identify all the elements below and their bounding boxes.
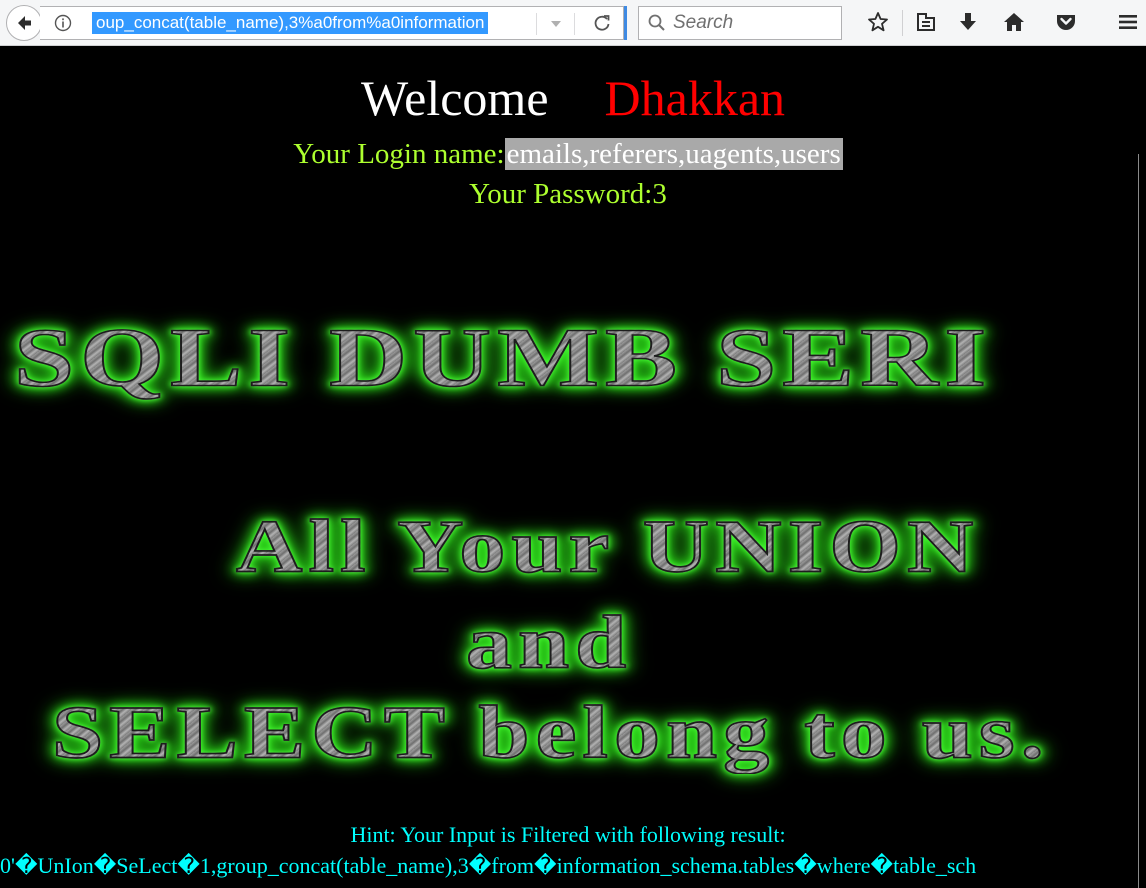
home-button[interactable] [1002,10,1026,34]
url-divider [574,13,575,35]
reading-list-icon [917,13,935,31]
hint-filtered-result: 0'�UnIon�SeLect�1,group_concat(table_nam… [0,853,977,878]
page-content: Welcome Dhakkan Your Login name:emails,re… [0,46,1146,888]
welcome-name: Dhakkan [604,70,786,126]
pocket-icon [1057,15,1075,30]
download-button[interactable] [956,10,980,34]
select-banner-line: SELECT belong to us. [51,690,1050,774]
scrollbar-edge [1138,154,1139,888]
password-label: Your Password: [469,178,653,210]
search-icon [648,14,665,31]
browser-toolbar: oup_concat(table_name),3%a0from%a0inform… [0,0,1146,46]
login-name-line: Your Login name:emails,referers,uagents,… [0,136,1136,172]
pocket-button[interactable] [1054,10,1078,34]
reading-list-button[interactable] [914,10,938,34]
back-button[interactable] [6,5,42,41]
info-icon[interactable] [54,14,72,32]
url-text[interactable]: oup_concat(table_name),3%a0from%a0inform… [92,12,489,34]
menu-button[interactable] [1116,10,1140,34]
password-value: 3 [652,178,667,210]
bookmark-star-icon [868,12,888,32]
password-line: Your Password:3 [0,176,1136,212]
hint-label: Hint: Your Input is Filtered with follow… [350,822,786,847]
welcome-heading: Welcome Dhakkan [0,70,1146,126]
menu-icon [1119,15,1137,29]
and-banner-line: and [465,600,633,684]
home-icon [1004,13,1024,31]
back-arrow-icon [18,16,31,30]
url-divider [536,13,537,35]
url-bar[interactable]: oup_concat(table_name),3%a0from%a0inform… [40,6,624,40]
dropdown-arrow-icon[interactable] [548,16,564,32]
reload-icon[interactable] [592,13,612,33]
sqli-dumb-series-banner: SQLI DUMB SERI [13,310,993,405]
bookmark-button[interactable] [866,10,890,34]
url-focus-indicator [624,6,627,40]
toolbar-divider [902,10,903,36]
search-bar[interactable] [638,6,842,40]
login-name-label: Your Login name: [293,138,505,170]
welcome-label: Welcome [360,70,549,126]
search-input[interactable] [673,11,833,35]
download-icon [960,13,976,30]
login-name-value: emails,referers,uagents,users [504,138,843,170]
union-banner-line: All Your UNION [235,504,980,588]
